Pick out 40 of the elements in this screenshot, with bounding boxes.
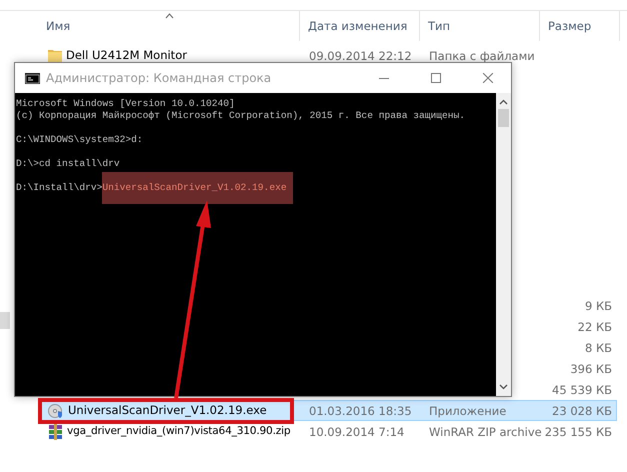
file-size: 45 539 КБ [552, 382, 612, 396]
file-name: vga_driver_nvidia_(win7)vista64_310.90.zip [67, 425, 290, 438]
file-size: 9 КБ [584, 298, 612, 312]
file-name: Dell U2412M Monitor [66, 49, 187, 62]
console-line: D:\>cd install\drv [16, 158, 120, 169]
column-header[interactable]: Размер [540, 11, 620, 41]
file-date: 01.03.2016 18:35 [309, 404, 412, 418]
console-icon [25, 72, 40, 84]
column-header[interactable]: Имя [38, 11, 300, 41]
column-header[interactable]: Тип [420, 11, 540, 41]
file-size: 396 КБ [570, 362, 612, 376]
file-type: WinRAR ZIP archive [429, 424, 542, 438]
scrollbar[interactable] [496, 93, 511, 396]
file-size: 235 155 КБ [544, 424, 612, 438]
archive-icon [48, 424, 63, 440]
file-type: Приложение [429, 404, 506, 418]
scroll-down-icon[interactable] [499, 384, 508, 390]
file-date: 10.09.2014 7:14 [309, 424, 404, 438]
scroll-thumb[interactable] [498, 109, 509, 127]
file-size: 8 КБ [584, 340, 612, 354]
console-line: D:\Install\drv> [16, 182, 102, 193]
scroll-up-icon[interactable] [499, 99, 508, 105]
file-size: 23 028 КБ [552, 404, 612, 418]
console-command: UniversalScanDriver_V1.02.19.exe [102, 172, 293, 204]
file-row[interactable]: Dell U2412M Monitor 09.09.2014 22:12 Папка с файлами [38, 45, 617, 66]
console-line: C:\WINDOWS\system32>d: [16, 134, 143, 145]
disc-icon [48, 402, 64, 418]
column-header[interactable]: Дата изменения [300, 11, 420, 41]
maximize-icon [431, 73, 441, 83]
file-row[interactable]: vga_driver_nvidia_(win7)vista64_310.90.zip 10.09.2014 7:14 WinRAR ZIP archive 235 155 КБ [38, 421, 617, 442]
file-name: UniversalScanDriver_V1.02.19.exe [68, 404, 267, 417]
nav-selection [0, 312, 10, 329]
console-line: Microsoft Windows [Version 10.0.10240] [16, 98, 235, 109]
file-date: 09.09.2014 22:12 [309, 48, 412, 62]
close-icon [483, 73, 493, 83]
window-title: Администратор: Командная строка [46, 71, 272, 85]
file-type: Папка с файлами [429, 48, 535, 62]
console-line: (c) Корпорация Майкрософт (Microsoft Corporation), 2015 г. Все права защищены. [16, 110, 466, 121]
folder-icon [48, 49, 62, 62]
file-size: 22 КБ [578, 320, 612, 334]
